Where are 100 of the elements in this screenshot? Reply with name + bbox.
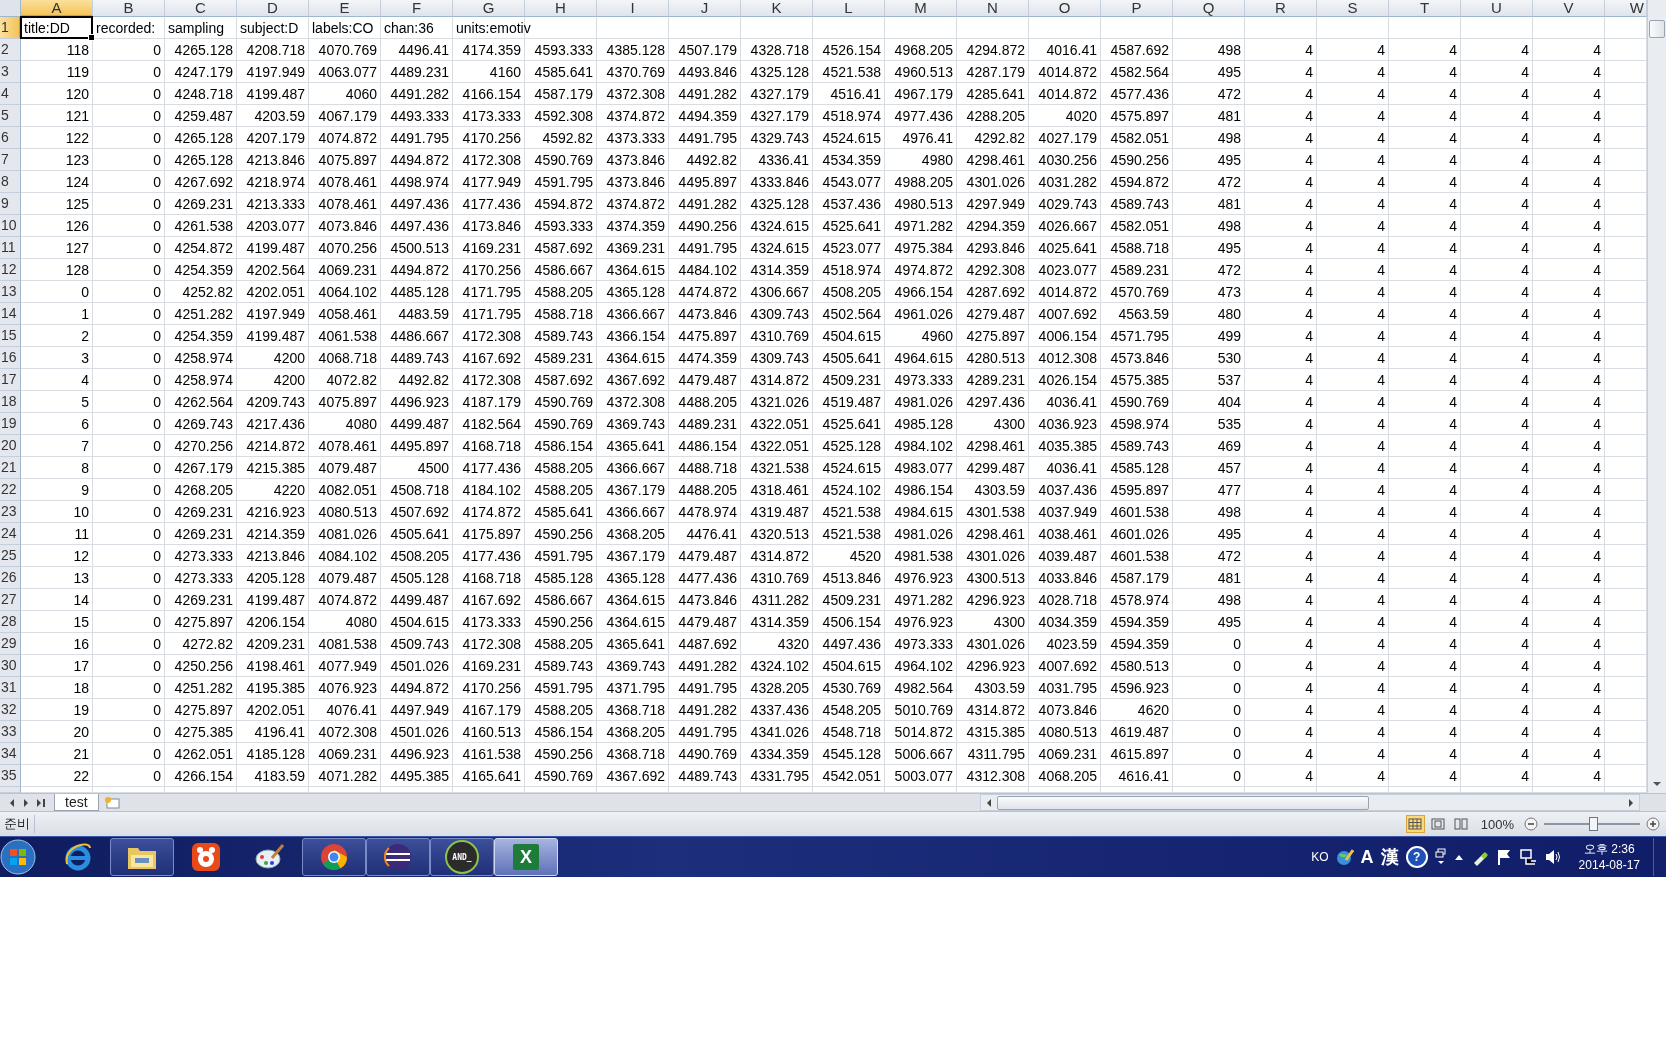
column-header[interactable]: S bbox=[1317, 0, 1389, 17]
restore-icon[interactable] bbox=[1434, 848, 1447, 866]
row-header[interactable]: 2 bbox=[0, 39, 21, 61]
column-header[interactable]: R bbox=[1245, 0, 1317, 17]
row-header[interactable]: 5 bbox=[0, 105, 21, 127]
globe-pencil-icon[interactable] bbox=[1335, 848, 1354, 866]
row-header[interactable]: 35 bbox=[0, 765, 21, 787]
row-header[interactable]: 17 bbox=[0, 369, 21, 391]
row-header[interactable]: 29 bbox=[0, 633, 21, 655]
row-header[interactable]: 13 bbox=[0, 281, 21, 303]
column-header[interactable]: Q bbox=[1173, 0, 1245, 17]
row-header[interactable]: 31 bbox=[0, 677, 21, 699]
empty-cell[interactable] bbox=[1317, 17, 1389, 39]
row-header[interactable]: 16 bbox=[0, 347, 21, 369]
row-header[interactable]: 24 bbox=[0, 523, 21, 545]
empty-cell[interactable] bbox=[1389, 17, 1461, 39]
terminal-button[interactable]: AND_ bbox=[430, 838, 494, 876]
column-header[interactable]: B bbox=[93, 0, 165, 17]
column-header[interactable]: V bbox=[1533, 0, 1605, 17]
column-header[interactable]: H bbox=[525, 0, 597, 17]
row-header[interactable]: 32 bbox=[0, 699, 21, 721]
speaker-icon[interactable] bbox=[1543, 848, 1562, 866]
empty-cell[interactable] bbox=[1461, 17, 1533, 39]
column-header[interactable]: O bbox=[1029, 0, 1101, 17]
column-header[interactable]: N bbox=[957, 0, 1029, 17]
scrollbar-thumb[interactable] bbox=[997, 795, 1369, 810]
scroll-down-icon[interactable] bbox=[1652, 781, 1662, 787]
row-header[interactable]: 22 bbox=[0, 479, 21, 501]
eclipse-button[interactable] bbox=[366, 838, 430, 876]
column-header[interactable]: P bbox=[1101, 0, 1173, 17]
zoom-in-icon[interactable] bbox=[1646, 817, 1660, 831]
horizontal-scrollbar[interactable] bbox=[980, 794, 1640, 811]
row-header[interactable]: 28 bbox=[0, 611, 21, 633]
clock-time[interactable]: 오후 2:36 bbox=[1583, 841, 1635, 857]
input-mode-indicator[interactable]: A bbox=[1360, 846, 1374, 868]
hanja-indicator[interactable]: 漢 bbox=[1380, 845, 1399, 869]
row-header[interactable]: 14 bbox=[0, 303, 21, 325]
excel-button[interactable]: X bbox=[494, 838, 558, 876]
empty-cell[interactable] bbox=[813, 17, 885, 39]
row-header[interactable]: 26 bbox=[0, 567, 21, 589]
row-header[interactable]: 34 bbox=[0, 743, 21, 765]
row-header[interactable]: 11 bbox=[0, 237, 21, 259]
folder-button[interactable] bbox=[110, 838, 174, 876]
scroll-right-icon[interactable] bbox=[1627, 797, 1635, 808]
sheet-tab[interactable]: test bbox=[54, 794, 99, 811]
last-sheet-icon[interactable] bbox=[36, 797, 46, 808]
row-header[interactable]: 7 bbox=[0, 149, 21, 171]
scroll-left-icon[interactable] bbox=[985, 797, 993, 808]
column-header[interactable]: T bbox=[1389, 0, 1461, 17]
empty-cell[interactable] bbox=[741, 17, 813, 39]
language-indicator[interactable]: KO bbox=[1311, 850, 1329, 864]
empty-cell[interactable] bbox=[669, 17, 741, 39]
row-header[interactable]: 15 bbox=[0, 325, 21, 347]
insert-sheet-icon[interactable] bbox=[102, 795, 121, 810]
column-header[interactable]: F bbox=[381, 0, 453, 17]
row-header[interactable]: 19 bbox=[0, 413, 21, 435]
flag-icon[interactable] bbox=[1495, 848, 1512, 866]
empty-cell[interactable] bbox=[1245, 17, 1317, 39]
row-header[interactable]: 1 bbox=[0, 17, 21, 39]
row-header[interactable]: 18 bbox=[0, 391, 21, 413]
help-button[interactable]: ? bbox=[1405, 846, 1428, 868]
select-all-corner[interactable] bbox=[0, 0, 21, 17]
column-header[interactable]: U bbox=[1461, 0, 1533, 17]
clock-date[interactable]: 2014-08-17 bbox=[1578, 857, 1640, 873]
row-header[interactable]: 3 bbox=[0, 61, 21, 83]
previous-sheet-icon[interactable] bbox=[22, 797, 30, 808]
row-header[interactable]: 8 bbox=[0, 171, 21, 193]
column-header[interactable]: J bbox=[669, 0, 741, 17]
page-layout-view-button[interactable] bbox=[1428, 815, 1448, 833]
page-break-view-button[interactable] bbox=[1451, 815, 1471, 833]
column-header[interactable]: E bbox=[309, 0, 381, 17]
column-header[interactable]: I bbox=[597, 0, 669, 17]
show-hidden-icons-icon[interactable] bbox=[1453, 853, 1464, 861]
empty-cell[interactable] bbox=[957, 17, 1029, 39]
row-header[interactable]: 12 bbox=[0, 259, 21, 281]
empty-cell[interactable] bbox=[1029, 17, 1101, 39]
column-header[interactable]: K bbox=[741, 0, 813, 17]
row-header[interactable]: 30 bbox=[0, 655, 21, 677]
zoom-level[interactable]: 100% bbox=[1480, 816, 1514, 832]
column-header[interactable]: D bbox=[237, 0, 309, 17]
row-header[interactable]: 33 bbox=[0, 721, 21, 743]
empty-cell[interactable] bbox=[1533, 17, 1605, 39]
row-header[interactable]: 27 bbox=[0, 589, 21, 611]
network-icon[interactable] bbox=[1518, 848, 1537, 866]
start-button[interactable] bbox=[0, 839, 36, 875]
row-header[interactable]: 6 bbox=[0, 127, 21, 149]
column-header[interactable]: W bbox=[1605, 0, 1647, 17]
row-header[interactable]: 20 bbox=[0, 435, 21, 457]
empty-cell[interactable] bbox=[1173, 17, 1245, 39]
normal-view-button[interactable] bbox=[1405, 815, 1425, 833]
active-cell-border[interactable] bbox=[20, 16, 93, 39]
row-header[interactable]: 9 bbox=[0, 193, 21, 215]
row-header[interactable]: 10 bbox=[0, 215, 21, 237]
column-header[interactable]: M bbox=[885, 0, 957, 17]
column-header[interactable]: C bbox=[165, 0, 237, 17]
first-sheet-icon[interactable] bbox=[8, 797, 16, 808]
zoom-out-icon[interactable] bbox=[1524, 817, 1538, 831]
slider-thumb[interactable] bbox=[1589, 817, 1598, 831]
empty-cell[interactable] bbox=[885, 17, 957, 39]
row-header[interactable]: 21 bbox=[0, 457, 21, 479]
